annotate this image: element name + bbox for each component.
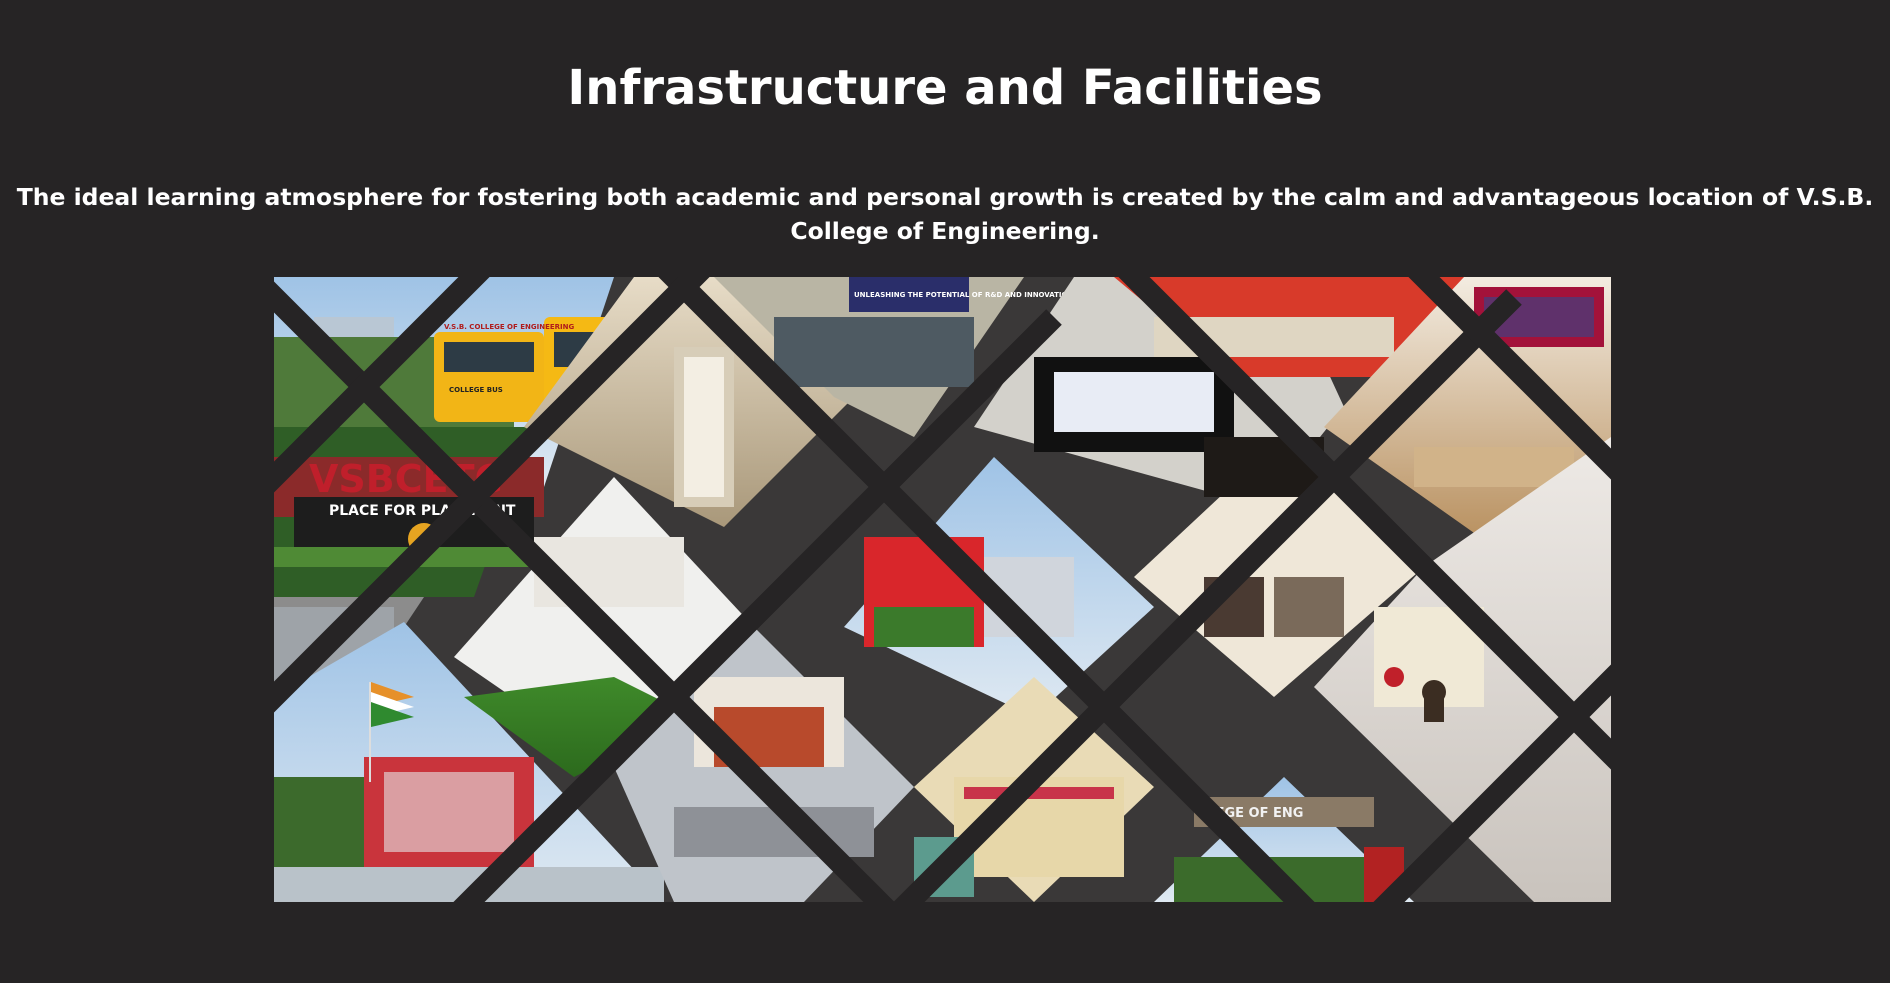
campus-photo-collage: COLLEGE BUS V.S.B. COLLEGE OF ENGINEERIN… [274, 277, 1611, 902]
section-title: Infrastructure and Facilities [567, 60, 1323, 116]
facilities-section: Infrastructure and Facilities The ideal … [0, 0, 1890, 983]
bus-label: COLLEGE BUS [449, 386, 503, 394]
bus-header: V.S.B. COLLEGE OF ENGINEERING [444, 323, 574, 331]
seminar-banner: UNLEASHING THE POTENTIAL OF R&D AND INNO… [854, 291, 1073, 299]
section-description: The ideal learning atmosphere for foster… [16, 183, 1874, 245]
